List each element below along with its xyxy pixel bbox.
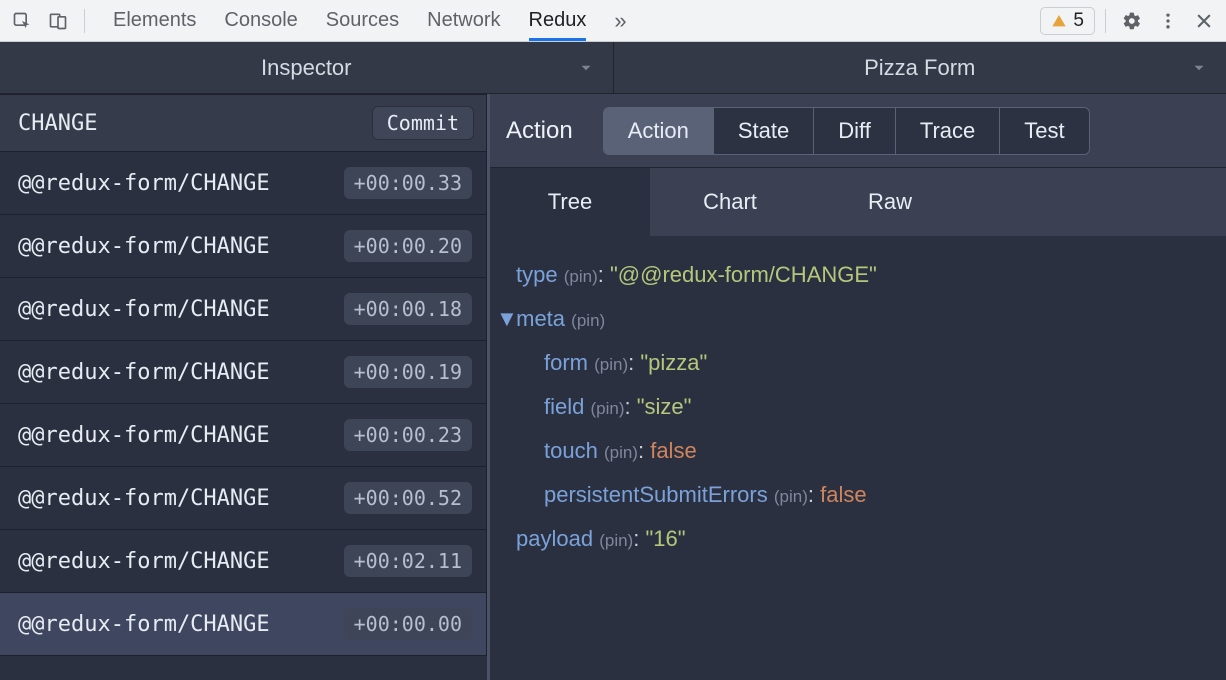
pin-label[interactable]: (pin) xyxy=(590,399,624,418)
monitor-selector[interactable]: Inspector xyxy=(0,42,614,93)
action-time-pill: +00:00.00 xyxy=(344,608,472,640)
tree-key: payload xyxy=(516,526,593,551)
toolbar-separator xyxy=(84,9,85,33)
tree-row-type[interactable]: type (pin): "@@redux-form/CHANGE" xyxy=(496,254,1216,298)
toolbar-separator xyxy=(1105,9,1106,33)
tree-row[interactable]: form (pin): "pizza" xyxy=(496,342,1216,386)
instance-label: Pizza Form xyxy=(864,55,975,81)
tab-redux[interactable]: Redux xyxy=(529,0,587,41)
caret-down-icon[interactable]: ▼ xyxy=(496,298,510,340)
tree-key: type xyxy=(516,262,558,287)
inspector-tab-bar: Action Action State Diff Trace Test xyxy=(490,94,1226,168)
action-time-pill: +00:00.20 xyxy=(344,230,472,262)
warnings-count: 5 xyxy=(1073,10,1084,32)
tree-row[interactable]: field (pin): "size" xyxy=(496,386,1216,430)
pin-label[interactable]: (pin) xyxy=(564,267,598,286)
tree-key: meta xyxy=(516,306,565,331)
inspect-element-icon[interactable] xyxy=(6,5,38,37)
close-icon[interactable] xyxy=(1188,5,1220,37)
action-row[interactable]: @@redux-form/CHANGE +00:00.19 xyxy=(0,341,487,404)
tree-key: persistentSubmitErrors xyxy=(544,482,768,507)
action-name: @@redux-form/CHANGE xyxy=(18,297,270,322)
chevron-down-icon xyxy=(1190,59,1208,77)
inspector-tab-diff[interactable]: Diff xyxy=(814,108,896,154)
inspector-tab-state[interactable]: State xyxy=(714,108,814,154)
redux-devtools-panel: Inspector Pizza Form Commit @@redux-form… xyxy=(0,42,1226,680)
device-toolbar-icon[interactable] xyxy=(42,5,74,37)
action-name: @@redux-form/CHANGE xyxy=(18,171,270,196)
action-name: @@redux-form/CHANGE xyxy=(18,234,270,259)
view-tab-chart[interactable]: Chart xyxy=(650,168,810,236)
inspector-tab-trace[interactable]: Trace xyxy=(896,108,1000,154)
tree-value: false xyxy=(820,482,866,507)
inspector-section-label: Action xyxy=(506,117,587,145)
tree-key: form xyxy=(544,350,588,375)
inspector-tab-action[interactable]: Action xyxy=(604,108,714,154)
action-filter-input[interactable] xyxy=(18,111,362,136)
tree-value: "@@redux-form/CHANGE" xyxy=(610,262,877,287)
action-name: @@redux-form/CHANGE xyxy=(18,549,270,574)
tree-key: touch xyxy=(544,438,598,463)
action-tree-view[interactable]: type (pin): "@@redux-form/CHANGE" ▼ meta… xyxy=(490,236,1226,680)
monitor-label: Inspector xyxy=(261,55,352,81)
action-name: @@redux-form/CHANGE xyxy=(18,423,270,448)
view-tabs: Tree Chart Raw xyxy=(490,168,1226,236)
chevron-down-icon xyxy=(577,59,595,77)
action-name: @@redux-form/CHANGE xyxy=(18,612,270,637)
action-row[interactable]: @@redux-form/CHANGE +00:00.23 xyxy=(0,404,487,467)
tree-key: field xyxy=(544,394,584,419)
action-time-pill: +00:00.18 xyxy=(344,293,472,325)
action-row[interactable]: @@redux-form/CHANGE +00:00.20 xyxy=(0,215,487,278)
tree-value: false xyxy=(650,438,696,463)
tab-elements[interactable]: Elements xyxy=(113,0,196,41)
action-row[interactable]: @@redux-form/CHANGE +00:00.18 xyxy=(0,278,487,341)
commit-button[interactable]: Commit xyxy=(372,106,474,140)
pin-label[interactable]: (pin) xyxy=(599,531,633,550)
tab-sources[interactable]: Sources xyxy=(326,0,399,41)
action-row[interactable]: @@redux-form/CHANGE +00:02.11 xyxy=(0,530,487,593)
instance-selector[interactable]: Pizza Form xyxy=(614,42,1226,93)
pin-label[interactable]: (pin) xyxy=(604,443,638,462)
action-time-pill: +00:00.33 xyxy=(344,167,472,199)
action-time-pill: +00:00.19 xyxy=(344,356,472,388)
warnings-badge[interactable]: 5 xyxy=(1040,7,1095,35)
action-time-pill: +00:00.52 xyxy=(344,482,472,514)
view-tab-tree[interactable]: Tree xyxy=(490,168,650,236)
settings-icon[interactable] xyxy=(1116,5,1148,37)
action-row[interactable]: @@redux-form/CHANGE +00:00.52 xyxy=(0,467,487,530)
action-history-pane: Commit @@redux-form/CHANGE+00:00.33@@red… xyxy=(0,94,490,680)
pin-label[interactable]: (pin) xyxy=(594,355,628,374)
action-row[interactable]: @@redux-form/CHANGE +00:00.33 xyxy=(0,152,487,215)
tree-value: "16" xyxy=(645,526,685,551)
inspector-tabs: Action State Diff Trace Test xyxy=(603,107,1090,155)
devtools-tabs: Elements Console Sources Network Redux » xyxy=(95,0,627,41)
tree-value: "size" xyxy=(637,394,692,419)
view-tab-raw[interactable]: Raw xyxy=(810,168,970,236)
tree-row[interactable]: touch (pin): false xyxy=(496,430,1216,474)
action-time-pill: +00:00.23 xyxy=(344,419,472,451)
pin-label[interactable]: (pin) xyxy=(774,487,808,506)
action-time-pill: +00:02.11 xyxy=(344,545,472,577)
inspector-pane: Action Action State Diff Trace Test Tree… xyxy=(490,94,1226,680)
devtools-toolbar: Elements Console Sources Network Redux »… xyxy=(0,0,1226,42)
inspector-tab-test[interactable]: Test xyxy=(1000,108,1088,154)
more-menu-icon[interactable] xyxy=(1152,5,1184,37)
pin-label[interactable]: (pin) xyxy=(571,311,605,330)
tabs-overflow-icon[interactable]: » xyxy=(614,0,626,41)
tree-value: "pizza" xyxy=(640,350,707,375)
tree-row[interactable]: persistentSubmitErrors (pin): false xyxy=(496,474,1216,518)
filter-row: Commit xyxy=(0,94,487,152)
tab-network[interactable]: Network xyxy=(427,0,500,41)
action-row[interactable]: @@redux-form/CHANGE +00:00.00 xyxy=(0,593,487,656)
tab-console[interactable]: Console xyxy=(224,0,297,41)
tree-row-meta[interactable]: ▼ meta (pin) xyxy=(496,298,1216,342)
action-list[interactable]: @@redux-form/CHANGE+00:00.33@@redux-form… xyxy=(0,152,487,680)
redux-header: Inspector Pizza Form xyxy=(0,42,1226,94)
tree-row-payload[interactable]: payload (pin): "16" xyxy=(496,518,1216,562)
action-name: @@redux-form/CHANGE xyxy=(18,486,270,511)
action-name: @@redux-form/CHANGE xyxy=(18,360,270,385)
